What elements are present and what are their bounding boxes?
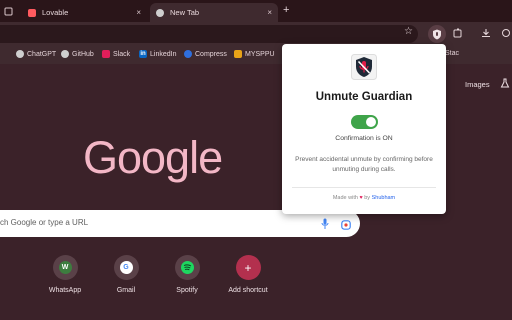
muted-mic-shield-icon [351,54,377,80]
shortcut-tile: W [52,255,78,280]
download-icon[interactable] [480,27,492,39]
tab-label: New Tab [170,8,200,17]
unmute-guardian-extension-button[interactable] [428,25,446,43]
bookmark-mysppu[interactable]: MYSPPU [234,50,275,58]
whatsapp-icon: W [58,261,72,274]
tab-close-icon[interactable]: × [267,8,272,17]
bookmark-star-icon[interactable]: ☆ [404,26,413,37]
bookmark-label: Compress [195,50,227,58]
search-box[interactable]: ch Google or type a URL [0,210,360,237]
shortcut-tile [174,255,200,280]
tab-close-icon[interactable]: × [136,8,141,17]
shortcut-tile: + [235,255,261,280]
images-link[interactable]: Images [465,80,490,89]
google-g-icon: G [119,261,133,274]
author-link[interactable]: Shubham [372,195,396,201]
mysppu-icon [234,50,242,58]
google-logo: Google [83,132,223,183]
tab-strip: Lovable × New Tab × + [0,0,512,22]
shortcut-label: Gmail [116,287,136,294]
shortcut-label: Add shortcut [228,287,268,294]
heart-icon: ♥ [359,195,363,201]
slack-icon [102,50,110,58]
bookmark-github[interactable]: GitHub [61,50,94,58]
compress-icon [184,50,192,58]
bookmark-slack[interactable]: Slack [102,50,130,58]
bookmark-linkedin[interactable]: in LinkedIn [139,50,176,58]
popup-description: Prevent accidental unmute by confirming … [295,156,433,173]
bookmark-stack[interactable]: Stac [445,50,459,57]
voice-search-mic-icon[interactable] [321,217,329,229]
github-icon [61,50,69,58]
tab-lovable[interactable]: Lovable × [22,3,147,22]
lovable-favicon-icon [28,8,36,17]
popup-title: Unmute Guardian [315,91,413,103]
extensions-puzzle-icon[interactable] [452,27,464,39]
bookmark-label: LinkedIn [150,50,177,58]
chatgpt-icon [16,50,24,58]
bookmark-label: Stac [445,50,460,57]
add-shortcut-button[interactable]: + Add shortcut [218,255,278,294]
confirmation-toggle[interactable] [351,115,378,129]
tab-search-icon[interactable] [2,5,14,17]
footer-prefix: Made with [332,195,358,201]
google-lens-icon[interactable] [341,217,351,230]
shortcut-spotify[interactable]: Spotify [157,255,217,294]
shortcut-gmail[interactable]: G Gmail [96,255,156,294]
search-placeholder: ch Google or type a URL [0,218,89,227]
plus-icon: + [244,260,252,275]
share-icon[interactable] [500,27,512,39]
new-tab-button[interactable]: + [283,4,289,16]
chrome-favicon-icon [156,8,164,17]
unmute-guardian-popup: Unmute Guardian Confirmation is ON Preve… [282,44,446,214]
shortcut-tile: G [113,255,139,280]
shortcut-whatsapp[interactable]: W WhatsApp [35,255,95,294]
tab-new-tab[interactable]: New Tab × [150,3,278,22]
confirmation-status: Confirmation is ON [335,135,393,142]
linkedin-icon: in [139,50,147,58]
bookmark-label: Slack [113,50,131,58]
tab-label: Lovable [42,8,69,17]
bookmark-label: ChatGPT [27,50,57,58]
popup-footer: Made with ♥ by Shubham [282,195,446,201]
footer-by: by [364,195,371,201]
shortcut-label: Spotify [176,287,198,294]
bookmark-compress[interactable]: Compress [184,50,227,58]
bookmark-chatgpt[interactable]: ChatGPT [16,50,56,58]
bookmark-label: MYSPPU [245,50,275,58]
popup-divider [292,187,436,188]
labs-flask-icon[interactable] [500,78,510,90]
address-bar[interactable] [0,25,418,43]
bookmark-label: GitHub [72,50,94,58]
spotify-icon [180,261,194,274]
shortcut-label: WhatsApp [48,287,82,294]
toggle-knob [366,117,376,127]
